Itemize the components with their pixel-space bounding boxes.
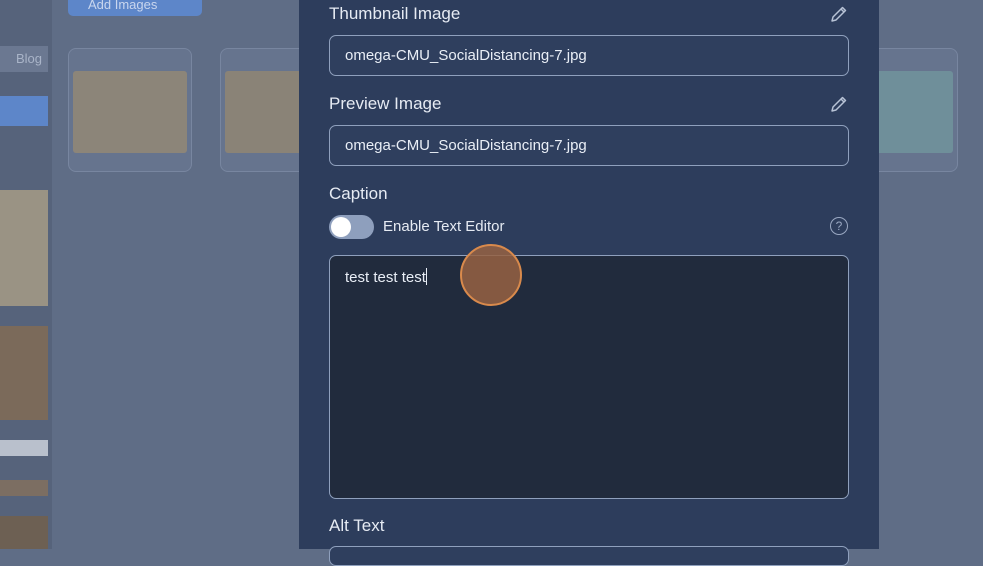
background-sidebar-item: Blog [0, 46, 48, 72]
pencil-icon[interactable] [829, 94, 849, 114]
toggle-knob [331, 217, 351, 237]
background-thumb-3 [0, 440, 48, 456]
preview-image-input[interactable]: omega-CMU_SocialDistancing-7.jpg [329, 125, 849, 166]
background-sidebar-active [0, 96, 48, 126]
background-thumb-1 [0, 190, 48, 306]
image-details-modal: Thumbnail Image omega-CMU_SocialDistanci… [299, 0, 879, 566]
background-thumb-4 [0, 480, 48, 496]
background-thumb-5 [0, 516, 48, 549]
add-images-button[interactable]: Add Images [68, 0, 202, 16]
pencil-icon[interactable] [829, 4, 849, 24]
background-sidebar: Blog [0, 0, 52, 549]
text-caret [425, 268, 427, 285]
caption-text: test test test [345, 269, 426, 286]
thumbnail-image-input[interactable]: omega-CMU_SocialDistancing-7.jpg [329, 35, 849, 76]
click-cursor-indicator [460, 244, 522, 306]
preview-image-label: Preview Image [329, 94, 442, 113]
background-thumb-2 [0, 326, 48, 420]
help-icon[interactable]: ? [830, 217, 848, 235]
alt-text-input[interactable] [329, 546, 849, 566]
background-image-card [68, 48, 192, 172]
enable-text-editor-label: Enable Text Editor [383, 218, 505, 235]
alt-text-label: Alt Text [329, 516, 385, 535]
caption-label: Caption [329, 184, 388, 203]
caption-textarea[interactable]: test test test [329, 255, 849, 499]
enable-text-editor-toggle[interactable] [329, 215, 374, 239]
thumbnail-image-label: Thumbnail Image [329, 4, 461, 23]
